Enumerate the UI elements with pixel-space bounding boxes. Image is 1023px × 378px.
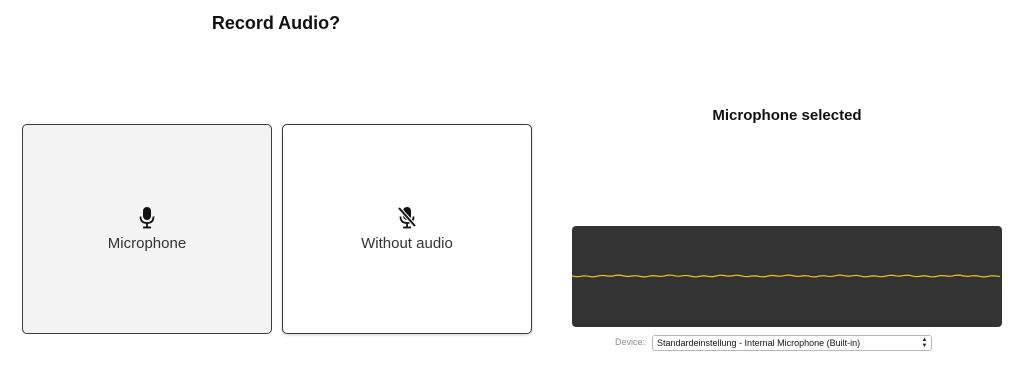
microphone-icon <box>139 206 155 228</box>
device-label: Device: <box>615 337 646 347</box>
audio-setup-screen: Record Audio? Microphone Without audio M… <box>0 0 1023 378</box>
microphone-off-icon <box>398 206 416 228</box>
microphone-option-card[interactable]: Microphone <box>22 124 272 334</box>
waveform-line <box>572 274 1001 278</box>
device-selected-value: Standardeinstellung - Internal Microphon… <box>657 338 861 348</box>
audio-waveform-display <box>572 226 1002 327</box>
microphone-selected-heading: Microphone selected <box>712 107 862 124</box>
record-audio-heading: Record Audio? <box>211 13 341 33</box>
without-audio-option-label: Without audio <box>361 234 453 252</box>
device-select-dropdown[interactable]: Standardeinstellung - Internal Microphon… <box>652 335 932 351</box>
select-arrows-icon: ▲ ▼ <box>921 337 928 349</box>
microphone-option-label: Microphone <box>107 234 187 252</box>
device-selector-row: Device: Standardeinstellung - Internal M… <box>572 335 1002 352</box>
without-audio-option-card[interactable]: Without audio <box>282 124 532 334</box>
